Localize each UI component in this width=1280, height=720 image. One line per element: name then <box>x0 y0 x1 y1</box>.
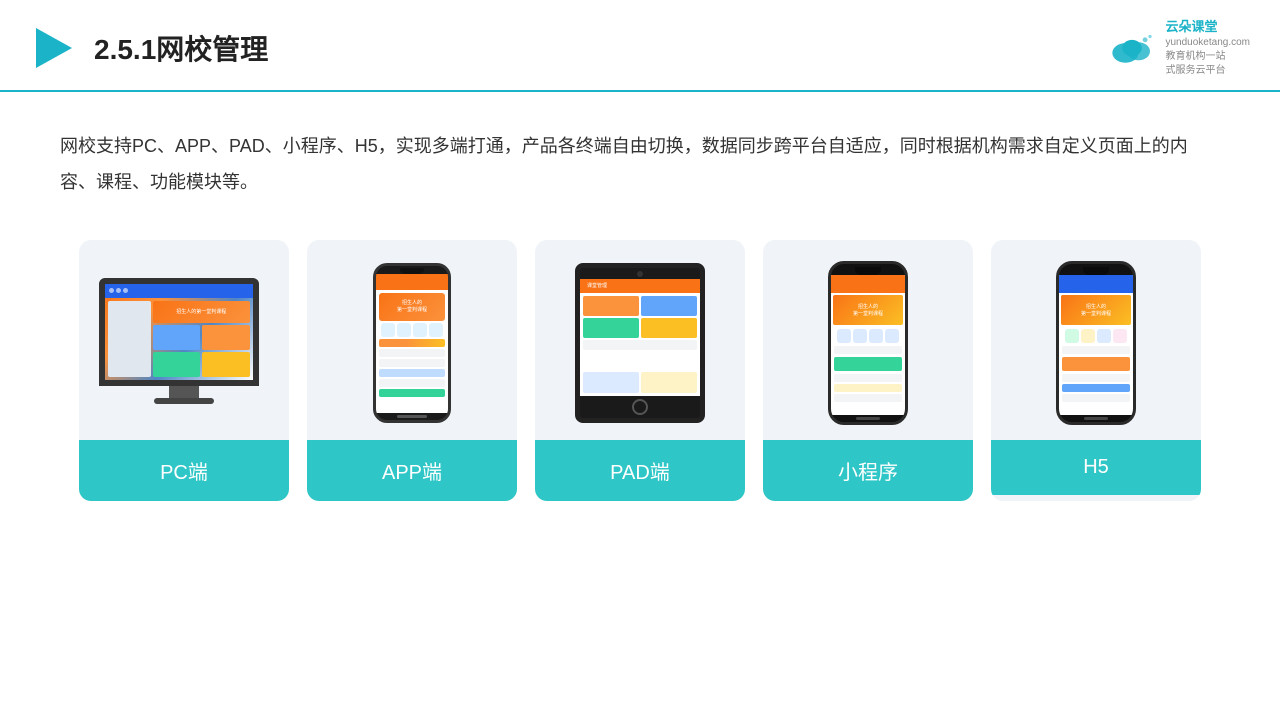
card-pad: 课堂管理 PAD端 <box>535 240 745 501</box>
pc-monitor-icon: 招生人的第一堂判课程 <box>99 278 269 408</box>
phone-mini-icon: 招生人的第一堂判课程 <box>828 261 908 425</box>
pad-image-area: 课堂管理 <box>535 240 745 440</box>
logo-area: 云朵课堂 yunduoketang.com 教育机构一站 式服务云平台 <box>1107 18 1250 78</box>
h5-image-area: 招生人的第一堂判课程 <box>991 240 1201 440</box>
card-pc: 招生人的第一堂判课程 <box>79 240 289 501</box>
phone-app-icon: 招生人的第一堂判课程 <box>373 263 451 423</box>
card-app-label: APP端 <box>307 440 517 501</box>
card-app: 招生人的第一堂判课程 <box>307 240 517 501</box>
header-left: 2.5.1网校管理 <box>30 24 268 72</box>
card-mini: 招生人的第一堂判课程 小程序 <box>763 240 973 501</box>
cards-container: 招生人的第一堂判课程 <box>0 220 1280 521</box>
card-pc-label: PC端 <box>79 440 289 501</box>
logo-text: 云朵课堂 yunduoketang.com 教育机构一站 式服务云平台 <box>1165 18 1250 78</box>
tablet-pad-icon: 课堂管理 <box>575 263 705 423</box>
description-text: 网校支持PC、APP、PAD、小程序、H5，实现多端打通，产品各终端自由切换，数… <box>0 92 1280 220</box>
card-mini-label: 小程序 <box>763 440 973 501</box>
card-pad-label: PAD端 <box>535 440 745 501</box>
card-h5: 招生人的第一堂判课程 H5 <box>991 240 1201 501</box>
pc-image-area: 招生人的第一堂判课程 <box>79 240 289 440</box>
mini-image-area: 招生人的第一堂判课程 <box>763 240 973 440</box>
play-icon <box>30 24 78 72</box>
page-title: 2.5.1网校管理 <box>94 28 268 68</box>
card-h5-label: H5 <box>991 440 1201 495</box>
phone-h5-icon: 招生人的第一堂判课程 <box>1056 261 1136 425</box>
app-image-area: 招生人的第一堂判课程 <box>307 240 517 440</box>
cloud-logo-icon <box>1107 30 1157 66</box>
header: 2.5.1网校管理 云朵课堂 yunduoketang.com 教育机构一站 式… <box>0 0 1280 92</box>
